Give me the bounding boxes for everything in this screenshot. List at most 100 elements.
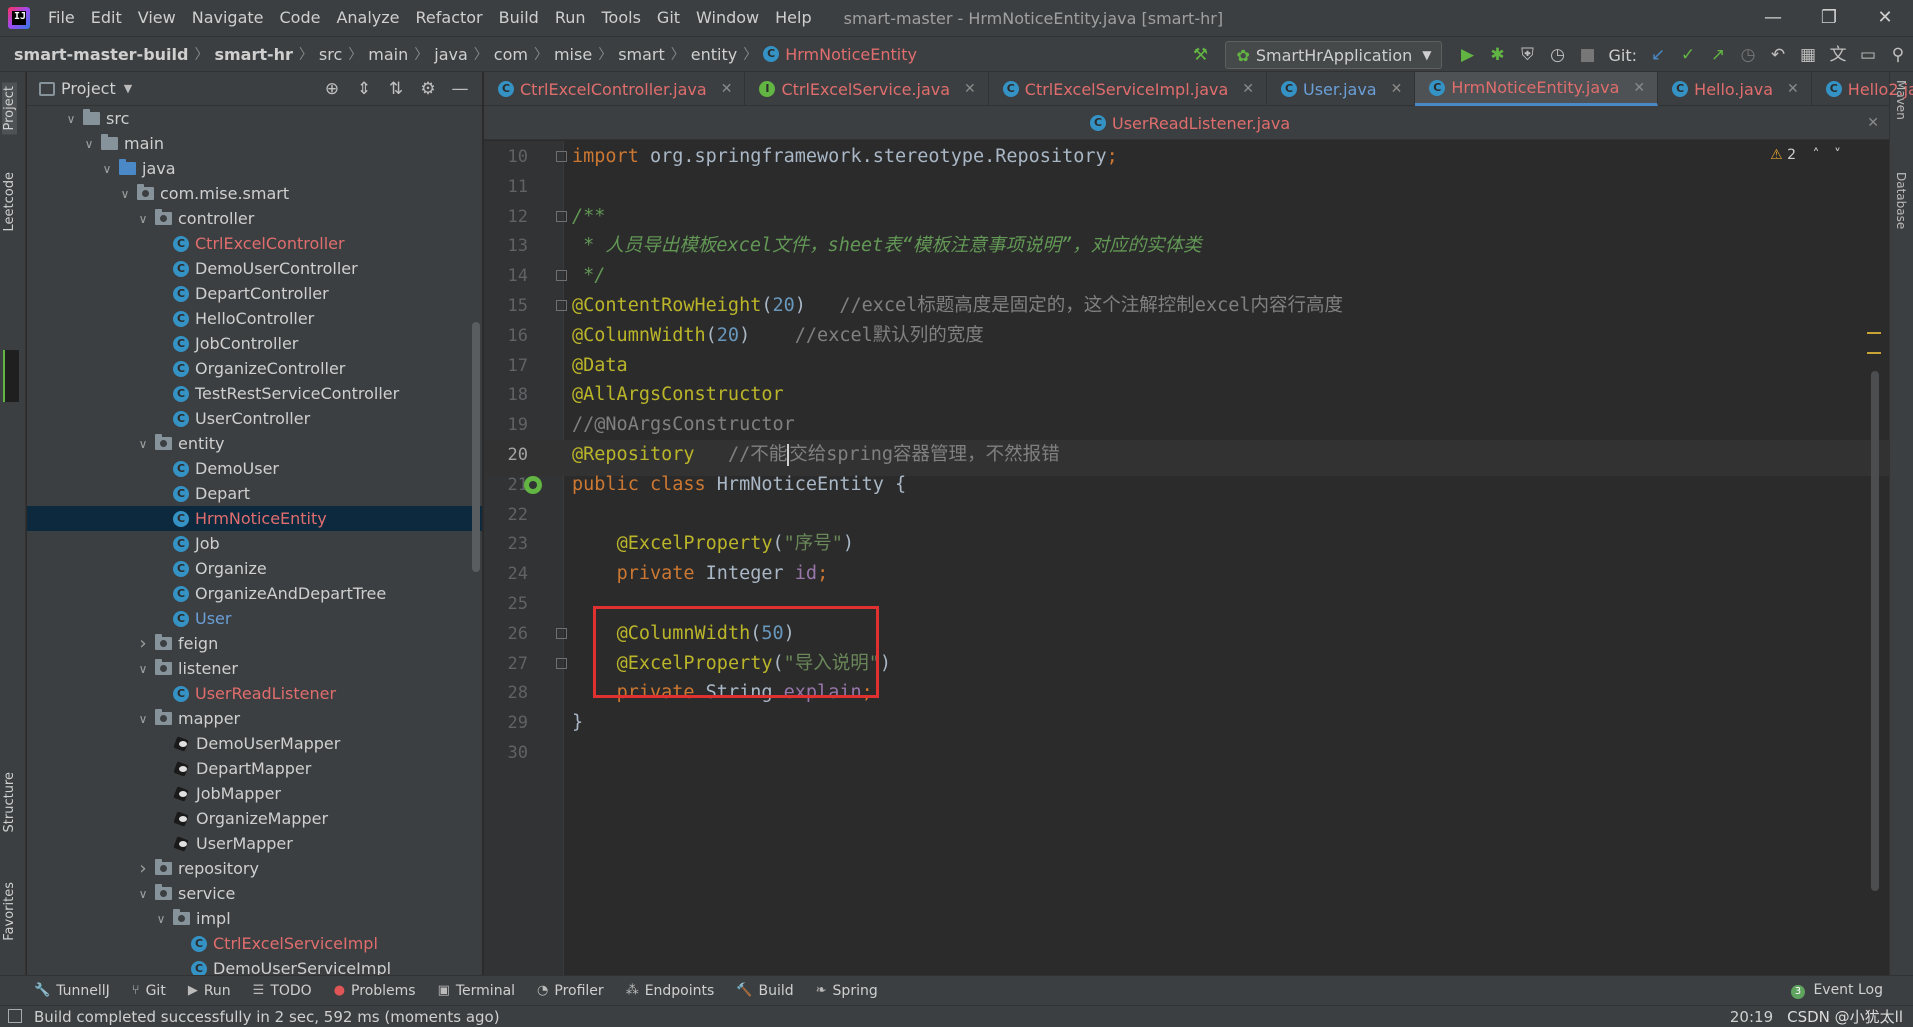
menu-file[interactable]: File xyxy=(40,0,83,36)
editor-tab[interactable]: C Hello.java ✕ xyxy=(1658,72,1812,106)
tree-file[interactable]: C Job xyxy=(27,531,482,556)
chevron-down-icon[interactable]: ∨ xyxy=(153,912,169,926)
chevron-down-icon[interactable]: ∨ xyxy=(63,112,79,126)
tree-file[interactable]: C TestRestServiceController xyxy=(27,381,482,406)
tree-file[interactable]: C JobController xyxy=(27,331,482,356)
menu-git[interactable]: Git xyxy=(649,0,688,36)
close-icon[interactable]: ✕ xyxy=(1633,80,1645,96)
git-commit-icon[interactable]: ✓ xyxy=(1673,40,1703,70)
breadcrumb-item[interactable]: com xyxy=(490,45,532,64)
search-icon[interactable]: ⚲ xyxy=(1883,40,1913,70)
tree-file[interactable]: C OrganizeAndDepartTree xyxy=(27,581,482,606)
hide-icon[interactable]: — xyxy=(444,79,476,99)
tree-folder[interactable]: ∨ service xyxy=(27,881,482,906)
editor-tab[interactable]: C HrmNoticeEntity.java ✕ xyxy=(1415,72,1659,106)
chevron-down-icon[interactable]: ∨ xyxy=(99,162,115,176)
tab-user-read-listener[interactable]: C UserReadListener.java xyxy=(1090,106,1290,140)
tool-window-todo[interactable]: ☰ TODO xyxy=(253,983,312,999)
run-icon[interactable]: ▶ xyxy=(1452,40,1482,70)
close-icon[interactable]: ✕ xyxy=(1787,81,1799,97)
editor-tab[interactable]: CHello2.java✕ xyxy=(1812,72,1913,106)
breadcrumb-item[interactable]: src xyxy=(315,45,346,64)
tool-window-profiler[interactable]: ◔ Profiler xyxy=(537,983,604,999)
tree-file[interactable]: C DemoUser xyxy=(27,456,482,481)
database-tool-tab[interactable]: Database xyxy=(1894,172,1908,229)
project-scrollbar[interactable] xyxy=(472,322,480,572)
stop-icon[interactable]: ■ xyxy=(1572,40,1602,70)
status-message[interactable]: Build completed successfully in 2 sec, 5… xyxy=(34,1008,500,1026)
tree-file[interactable]: C OrganizeController xyxy=(27,356,482,381)
expand-all-icon[interactable]: ⇕ xyxy=(348,79,380,99)
tool-window-tunnellj[interactable]: 🔧 TunnellJ xyxy=(34,983,110,999)
chevron-right-icon[interactable]: › xyxy=(135,633,151,654)
gear-icon[interactable]: ⚙ xyxy=(412,79,444,99)
breadcrumb-item[interactable]: smart xyxy=(614,45,669,64)
error-stripe-marker[interactable] xyxy=(1867,352,1881,354)
tool-window-spring[interactable]: ❧ Spring xyxy=(816,983,878,999)
menu-help[interactable]: Help xyxy=(767,0,819,36)
menu-view[interactable]: View xyxy=(130,0,184,36)
chevron-down-icon[interactable]: ▼ xyxy=(124,82,132,95)
menu-build[interactable]: Build xyxy=(491,0,547,36)
close-icon[interactable]: ✕ xyxy=(1867,106,1879,140)
tree-folder[interactable]: ∨ java xyxy=(27,156,482,181)
editor-tab[interactable]: C User.java ✕ xyxy=(1267,72,1416,106)
breadcrumb-item[interactable]: mise xyxy=(550,45,596,64)
menu-window[interactable]: Window xyxy=(688,0,767,36)
close-window-icon[interactable]: ✕ xyxy=(1857,0,1913,36)
chevron-down-icon[interactable]: ∨ xyxy=(135,212,151,226)
run-config-select[interactable]: ✿ SmartHrApplication ▼ xyxy=(1225,41,1443,69)
coverage-icon[interactable]: ⛨ xyxy=(1512,40,1542,70)
code-line[interactable]: 30 xyxy=(484,738,1889,774)
tool-window-git[interactable]: ⑂ Git xyxy=(132,983,166,999)
tool-window-build[interactable]: 🔨 Build xyxy=(736,983,793,999)
tree-file[interactable]: C User xyxy=(27,606,482,631)
menu-navigate[interactable]: Navigate xyxy=(184,0,272,36)
tree-file[interactable]: C Depart xyxy=(27,481,482,506)
fold-marker-icon[interactable] xyxy=(556,151,567,162)
git-history-icon[interactable]: ◷ xyxy=(1733,40,1763,70)
tool-window-terminal[interactable]: ▣ Terminal xyxy=(438,983,515,999)
editor-tab[interactable]: I CtrlExcelService.java ✕ xyxy=(745,72,989,106)
tree-file[interactable]: C CtrlExcelServiceImpl xyxy=(27,931,482,956)
git-update-icon[interactable]: ↙ xyxy=(1643,40,1673,70)
fold-marker-icon[interactable] xyxy=(556,210,567,222)
inspection-widget[interactable]: ⚠ 2 ˄ ˅ xyxy=(1770,147,1841,163)
chevron-down-icon[interactable]: ∨ xyxy=(135,712,151,726)
menu-refactor[interactable]: Refactor xyxy=(408,0,491,36)
event-log-button[interactable]: 3 Event Log xyxy=(1790,975,1883,1005)
editor-tab[interactable]: C CtrlExcelServiceImpl.java ✕ xyxy=(989,72,1267,106)
tree-file[interactable]: C DemoUserServiceImpl xyxy=(27,956,482,975)
tree-folder[interactable]: ∨ com.mise.smart xyxy=(27,181,482,206)
restore-icon[interactable]: ❐ xyxy=(1801,0,1857,36)
project-structure-icon[interactable]: ▦ xyxy=(1793,40,1823,70)
minimize-icon[interactable]: — xyxy=(1745,0,1801,36)
tree-file[interactable]: JobMapper xyxy=(27,781,482,806)
tool-window-problems[interactable]: ● Problems xyxy=(334,983,416,999)
collapse-all-icon[interactable]: ⇅ xyxy=(380,79,412,99)
menu-analyze[interactable]: Analyze xyxy=(328,0,407,36)
locate-icon[interactable]: ⊕ xyxy=(316,79,348,99)
project-panel-title[interactable]: Project xyxy=(61,79,116,98)
tree-folder[interactable]: ∨ mapper xyxy=(27,706,482,731)
tree-file[interactable]: UserMapper xyxy=(27,831,482,856)
breadcrumb-item[interactable]: C HrmNoticeEntity xyxy=(759,45,921,64)
editor-tab[interactable]: C CtrlExcelController.java ✕ xyxy=(484,72,746,106)
caret-position[interactable]: 20:19 xyxy=(1730,1006,1773,1027)
build-hammer-icon[interactable]: ⚒ xyxy=(1185,40,1215,70)
intellij-logo-icon[interactable]: IJ xyxy=(8,7,30,29)
tree-folder[interactable]: ∨ src xyxy=(27,106,482,131)
tree-file[interactable]: DepartMapper xyxy=(27,756,482,781)
close-icon[interactable]: ✕ xyxy=(964,81,976,97)
code-editor[interactable]: 10 import org.springframework.stereotype.… xyxy=(484,141,1889,975)
chevron-down-icon[interactable]: ∨ xyxy=(117,187,133,201)
project-tool-tab[interactable]: Project xyxy=(2,82,17,135)
menu-code[interactable]: Code xyxy=(272,0,329,36)
tree-folder[interactable]: ∨ listener xyxy=(27,656,482,681)
structure-tool-tab[interactable]: Structure xyxy=(2,772,17,832)
editor-scrollbar[interactable] xyxy=(1871,371,1879,891)
tree-file[interactable]: C Organize xyxy=(27,556,482,581)
git-push-icon[interactable]: ↗ xyxy=(1703,40,1733,70)
tree-folder[interactable]: › repository xyxy=(27,856,482,881)
breadcrumb-item[interactable]: smart-hr xyxy=(210,45,296,64)
